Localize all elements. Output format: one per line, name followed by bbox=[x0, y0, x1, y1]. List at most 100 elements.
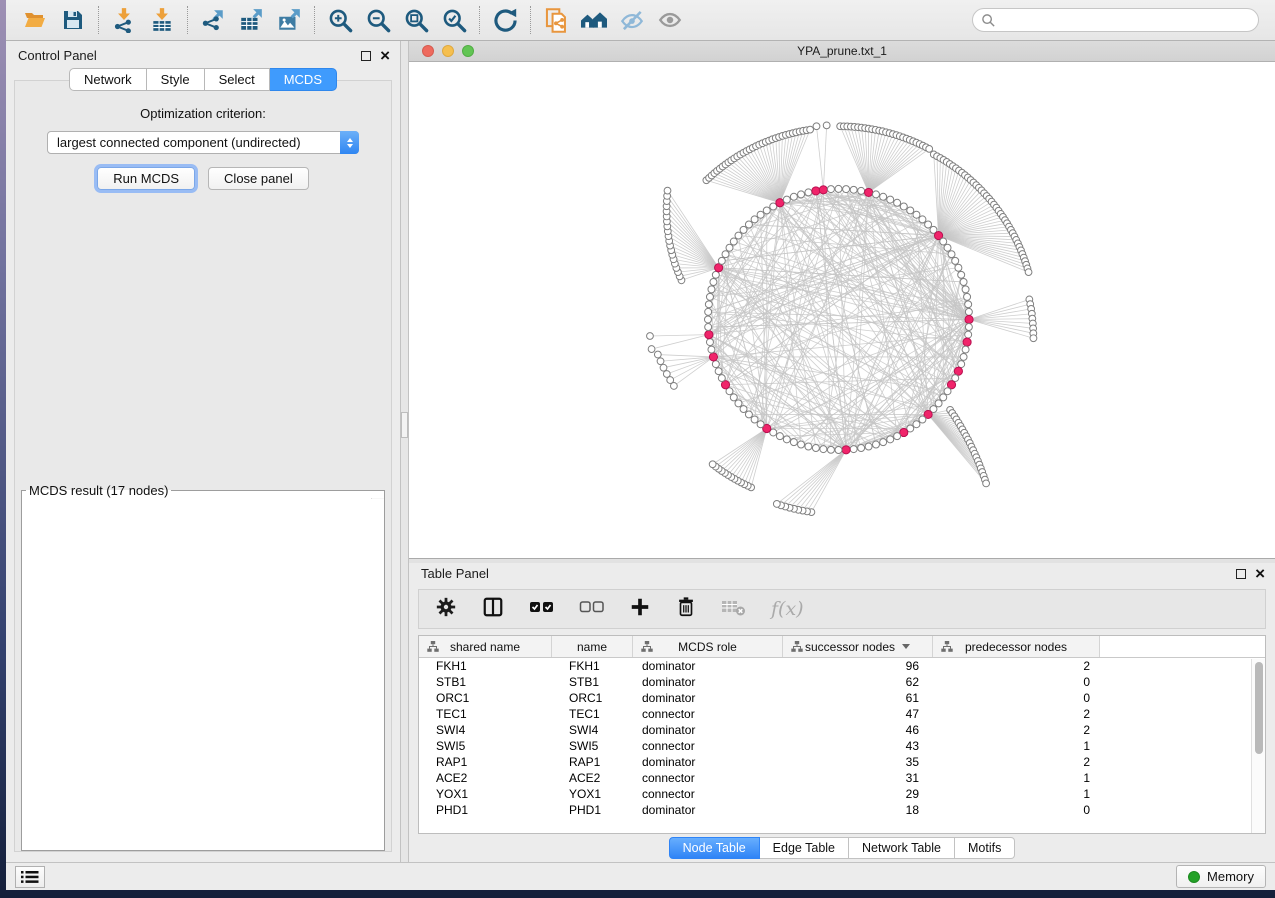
network-node[interactable] bbox=[722, 251, 729, 258]
network-node[interactable] bbox=[925, 221, 932, 228]
network-hub-node[interactable] bbox=[842, 446, 850, 454]
network-graph[interactable] bbox=[409, 62, 1275, 558]
memory-button[interactable]: Memory bbox=[1176, 865, 1266, 888]
network-hub-node[interactable] bbox=[715, 264, 723, 272]
network-node[interactable] bbox=[730, 394, 737, 401]
network-hub-node[interactable] bbox=[965, 315, 973, 323]
network-node[interactable] bbox=[740, 226, 747, 233]
network-node[interactable] bbox=[708, 286, 715, 293]
table-row[interactable]: TEC1TEC1connector472 bbox=[419, 706, 1265, 722]
zoom-in-icon[interactable] bbox=[321, 4, 359, 36]
network-node[interactable] bbox=[940, 394, 947, 401]
network-node[interactable] bbox=[805, 189, 812, 196]
network-node[interactable] bbox=[872, 441, 879, 448]
import-table-icon[interactable] bbox=[143, 4, 181, 36]
network-node[interactable] bbox=[843, 186, 850, 193]
network-node[interactable] bbox=[952, 257, 959, 264]
network-node[interactable] bbox=[894, 199, 901, 206]
network-node[interactable] bbox=[835, 447, 842, 454]
table-row[interactable]: PHD1PHD1dominator180 bbox=[419, 802, 1265, 818]
table-row[interactable]: YOX1YOX1connector291 bbox=[419, 786, 1265, 802]
table-row[interactable]: STB1STB1dominator620 bbox=[419, 674, 1265, 690]
float-table-panel-icon[interactable] bbox=[1236, 569, 1246, 579]
network-node[interactable] bbox=[660, 364, 667, 371]
first-neighbors-icon[interactable] bbox=[575, 4, 613, 36]
network-node[interactable] bbox=[773, 501, 780, 508]
network-node[interactable] bbox=[894, 433, 901, 440]
network-node[interactable] bbox=[955, 264, 962, 271]
network-window-titlebar[interactable]: YPA_prune.txt_1 bbox=[409, 41, 1275, 62]
run-mcds-button[interactable]: Run MCDS bbox=[97, 167, 195, 190]
network-node[interactable] bbox=[712, 361, 719, 368]
network-node[interactable] bbox=[798, 191, 805, 198]
network-node[interactable] bbox=[705, 301, 712, 308]
table-row[interactable]: ORC1ORC1dominator610 bbox=[419, 690, 1265, 706]
tab-style[interactable]: Style bbox=[147, 68, 205, 91]
network-hub-node[interactable] bbox=[954, 367, 962, 375]
network-node[interactable] bbox=[813, 123, 820, 130]
network-node[interactable] bbox=[962, 286, 969, 293]
export-network-icon[interactable] bbox=[194, 4, 232, 36]
close-panel-icon[interactable]: × bbox=[380, 51, 390, 61]
network-hub-node[interactable] bbox=[705, 331, 713, 339]
network-node[interactable] bbox=[827, 186, 834, 193]
network-node[interactable] bbox=[648, 346, 655, 353]
network-node[interactable] bbox=[1030, 335, 1037, 342]
network-node[interactable] bbox=[948, 251, 955, 258]
network-node[interactable] bbox=[704, 316, 711, 323]
network-node[interactable] bbox=[960, 353, 967, 360]
network-node[interactable] bbox=[880, 193, 887, 200]
task-history-button[interactable] bbox=[15, 866, 45, 888]
export-table-icon[interactable] bbox=[232, 4, 270, 36]
network-node[interactable] bbox=[708, 346, 715, 353]
network-node[interactable] bbox=[926, 145, 933, 152]
network-node[interactable] bbox=[958, 271, 965, 278]
network-node[interactable] bbox=[657, 358, 664, 365]
network-node[interactable] bbox=[827, 446, 834, 453]
network-node[interactable] bbox=[965, 331, 972, 338]
network-node[interactable] bbox=[710, 279, 717, 286]
network-node[interactable] bbox=[962, 346, 969, 353]
network-node[interactable] bbox=[705, 324, 712, 331]
network-node[interactable] bbox=[858, 187, 865, 194]
table-row[interactable]: SWI5SWI5connector431 bbox=[419, 738, 1265, 754]
network-node[interactable] bbox=[706, 293, 713, 300]
zoom-selected-icon[interactable] bbox=[435, 4, 473, 36]
network-node[interactable] bbox=[935, 400, 942, 407]
network-node[interactable] bbox=[745, 411, 752, 418]
network-node[interactable] bbox=[913, 421, 920, 428]
network-node[interactable] bbox=[790, 193, 797, 200]
network-node[interactable] bbox=[751, 216, 758, 223]
network-node[interactable] bbox=[757, 211, 764, 218]
table-row[interactable]: SWI4SWI4dominator462 bbox=[419, 722, 1265, 738]
network-node[interactable] bbox=[823, 122, 830, 129]
network-node[interactable] bbox=[913, 211, 920, 218]
optimization-select[interactable]: largest connected component (undirected) bbox=[47, 131, 359, 154]
network-node[interactable] bbox=[965, 301, 972, 308]
network-node[interactable] bbox=[940, 238, 947, 245]
network-node[interactable] bbox=[783, 196, 790, 203]
column-header[interactable]: name bbox=[552, 636, 633, 657]
network-node[interactable] bbox=[812, 445, 819, 452]
network-node[interactable] bbox=[807, 126, 814, 133]
network-node[interactable] bbox=[654, 351, 661, 358]
network-node[interactable] bbox=[776, 433, 783, 440]
network-node[interactable] bbox=[983, 480, 990, 487]
network-node[interactable] bbox=[958, 361, 965, 368]
show-columns-icon[interactable] bbox=[481, 596, 505, 623]
float-panel-icon[interactable] bbox=[361, 51, 371, 61]
network-node[interactable] bbox=[850, 186, 857, 193]
network-hub-node[interactable] bbox=[776, 199, 784, 207]
import-network-icon[interactable] bbox=[105, 4, 143, 36]
column-header[interactable]: shared name bbox=[419, 636, 552, 657]
network-node[interactable] bbox=[887, 196, 894, 203]
splitter-handle[interactable] bbox=[401, 412, 408, 438]
network-node[interactable] bbox=[850, 446, 857, 453]
network-node[interactable] bbox=[712, 271, 719, 278]
tab-network-table[interactable]: Network Table bbox=[849, 837, 955, 859]
zoom-fit-icon[interactable] bbox=[397, 4, 435, 36]
network-node[interactable] bbox=[709, 461, 716, 468]
column-header[interactable]: predecessor nodes bbox=[933, 636, 1100, 657]
refresh-icon[interactable] bbox=[486, 4, 524, 36]
network-node[interactable] bbox=[783, 436, 790, 443]
